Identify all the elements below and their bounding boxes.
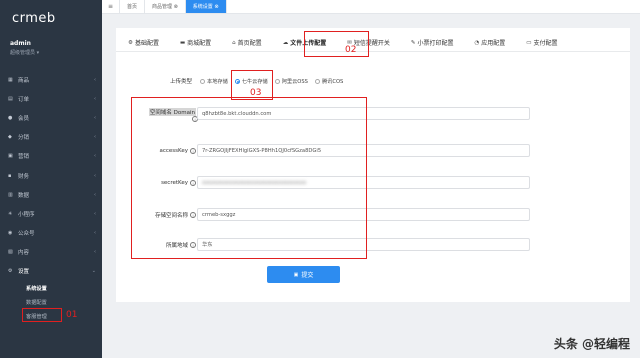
annotation-number-02: 02 <box>345 45 357 55</box>
order-icon: ▤ <box>8 95 13 102</box>
sidebar-item-label: 财务 <box>18 173 30 180</box>
radio-dot[interactable] <box>314 78 320 84</box>
menu-toggle-icon[interactable]: ≡ <box>102 0 120 13</box>
tab-label: 应用配置 <box>481 40 506 47</box>
sidebar-item-content[interactable]: ▧ 内容 ‹ <box>0 243 102 262</box>
chevron-left-icon: ‹ <box>94 172 96 179</box>
sidebar-item-label: 小程序 <box>18 211 35 218</box>
sidebar-item-settings[interactable]: ⚙ 设置 ⌄ <box>0 262 102 281</box>
submit-button[interactable]: ▣ 提交 <box>267 266 340 283</box>
radio-label: 本地存储 <box>207 78 228 85</box>
user-role[interactable]: 超级管理员 ▾ <box>10 49 92 56</box>
sidebar-item-goods[interactable]: ▦ 商品 ‹ <box>0 70 102 89</box>
tab-app-config[interactable]: ◔ 应用配置 <box>474 38 506 48</box>
user-name: admin <box>10 40 31 47</box>
miniapp-icon: ✳ <box>8 210 13 217</box>
chevron-left-icon: ‹ <box>94 153 96 160</box>
radio-label: 阿里云OSS <box>281 78 308 85</box>
chevron-left-icon: ‹ <box>94 114 96 121</box>
tab-label: 商城配置 <box>187 40 212 47</box>
annotation-box-02 <box>304 31 369 57</box>
tab-label: 支付配置 <box>533 40 558 47</box>
sidebar-item-marketing[interactable]: ▣ 营销 ‹ <box>0 147 102 166</box>
tab-label: 基础配置 <box>134 40 159 47</box>
brand-logo: crmeb <box>12 10 56 26</box>
tab-store-config[interactable]: ▬ 商城配置 <box>179 38 212 48</box>
data-icon: ▥ <box>8 191 13 198</box>
content-icon: ▧ <box>8 249 13 256</box>
chevron-left-icon: ‹ <box>94 249 96 256</box>
sidebar-subitem-data-config[interactable]: 数据配置 <box>0 295 102 309</box>
sidebar-item-data[interactable]: ▥ 数据 ‹ <box>0 185 102 204</box>
tag-home[interactable]: 首页 <box>120 0 146 13</box>
watermark-text: 头条 @轻编程 <box>553 337 630 351</box>
payment-icon: ▭ <box>526 39 532 46</box>
wechat-icon: ◉ <box>8 230 13 237</box>
annotation-box-01 <box>22 308 62 322</box>
wechat-icon: ◔ <box>474 39 480 46</box>
radio-local-storage[interactable]: 本地存储 <box>200 78 228 85</box>
chevron-left-icon: ‹ <box>94 76 96 83</box>
sidebar-nav: ▦ 商品 ‹ ▤ 订单 ‹ ● 会员 ‹ ◆ 分销 ‹ ▣ 营销 ‹ ▪ 财务 … <box>0 70 102 323</box>
marketing-icon: ▣ <box>8 153 13 160</box>
sidebar-item-label: 会员 <box>18 115 30 122</box>
tab-payment-config[interactable]: ▭ 支付配置 <box>526 38 558 48</box>
tag-goods-management[interactable]: 商品管理 ⊗ <box>145 0 186 13</box>
chevron-left-icon: ‹ <box>94 210 96 217</box>
radio-aliyun-oss[interactable]: 阿里云OSS <box>274 78 308 85</box>
cart-icon: ▦ <box>8 76 13 83</box>
sidebar-item-label: 内容 <box>18 250 30 257</box>
sidebar-subitem-system-settings[interactable]: 系统设置 <box>0 281 102 295</box>
chevron-down-icon: ⌄ <box>91 268 96 275</box>
sidebar-item-miniapp[interactable]: ✳ 小程序 ‹ <box>0 204 102 223</box>
radio-dot[interactable] <box>200 78 205 84</box>
chevron-left-icon: ‹ <box>94 95 96 102</box>
annotation-number-01: 01 <box>66 310 78 320</box>
top-tag-bar: ≡ 首页 商品管理 ⊗ 系统设置 ⊗ <box>102 0 640 14</box>
gear-icon: ⚙ <box>128 39 133 46</box>
radio-tencent-cos[interactable]: 腾讯COS <box>314 78 344 85</box>
store-icon: ▬ <box>179 39 186 46</box>
annotation-box-form <box>131 97 367 259</box>
tab-basic-config[interactable]: ⚙ 基础配置 <box>128 38 159 48</box>
sidebar-item-label: 商品 <box>18 77 30 84</box>
tab-home-config[interactable]: ⌂ 首页配置 <box>232 38 262 48</box>
sidebar-item-label: 营销 <box>18 154 30 161</box>
user-icon: ● <box>8 114 13 121</box>
user-panel[interactable]: admin 超级管理员 ▾ <box>0 36 102 62</box>
tab-label: 首页配置 <box>237 40 262 47</box>
sidebar-item-finance[interactable]: ▪ 财务 ‹ <box>0 166 102 185</box>
sidebar-item-orders[interactable]: ▤ 订单 ‹ <box>0 89 102 108</box>
sidebar-item-distribution[interactable]: ◆ 分销 ‹ <box>0 128 102 147</box>
share-icon: ◆ <box>8 134 12 141</box>
settings-icon: ⚙ <box>8 268 13 275</box>
home-icon: ⌂ <box>232 39 236 46</box>
tab-label: 小票打印配置 <box>417 40 454 47</box>
sidebar-item-label: 公众号 <box>18 231 35 238</box>
chevron-left-icon: ‹ <box>94 134 96 141</box>
sidebar-item-label: 数据 <box>18 192 30 199</box>
chevron-left-icon: ‹ <box>94 230 96 237</box>
sidebar: crmeb admin 超级管理员 ▾ ▦ 商品 ‹ ▤ 订单 ‹ ● 会员 ‹… <box>0 0 102 358</box>
radio-label: 腾讯COS <box>321 78 344 85</box>
radio-dot[interactable] <box>274 78 280 84</box>
tag-system-settings[interactable]: 系统设置 ⊗ <box>185 0 227 13</box>
save-icon: ▣ <box>293 271 299 278</box>
submit-label: 提交 <box>301 272 314 279</box>
printer-icon: ✎ <box>410 39 416 46</box>
sidebar-item-wechat[interactable]: ◉ 公众号 ‹ <box>0 224 102 243</box>
cloud-upload-icon: ☁ <box>282 39 289 46</box>
sidebar-item-label: 设置 <box>18 269 30 276</box>
config-tabs: ⚙ 基础配置 ▬ 商城配置 ⌂ 首页配置 ☁ 文件上传配置 ✉ 短信提醒开关 ✎… <box>116 34 630 52</box>
sidebar-item-label: 订单 <box>18 96 30 103</box>
upload-type-label: 上传类型 <box>169 79 192 85</box>
chevron-left-icon: ‹ <box>94 191 96 198</box>
tab-printer-config[interactable]: ✎ 小票打印配置 <box>410 38 454 48</box>
sidebar-item-label: 分销 <box>18 135 30 142</box>
sidebar-item-members[interactable]: ● 会员 ‹ <box>0 108 102 127</box>
finance-icon: ▪ <box>8 172 12 179</box>
